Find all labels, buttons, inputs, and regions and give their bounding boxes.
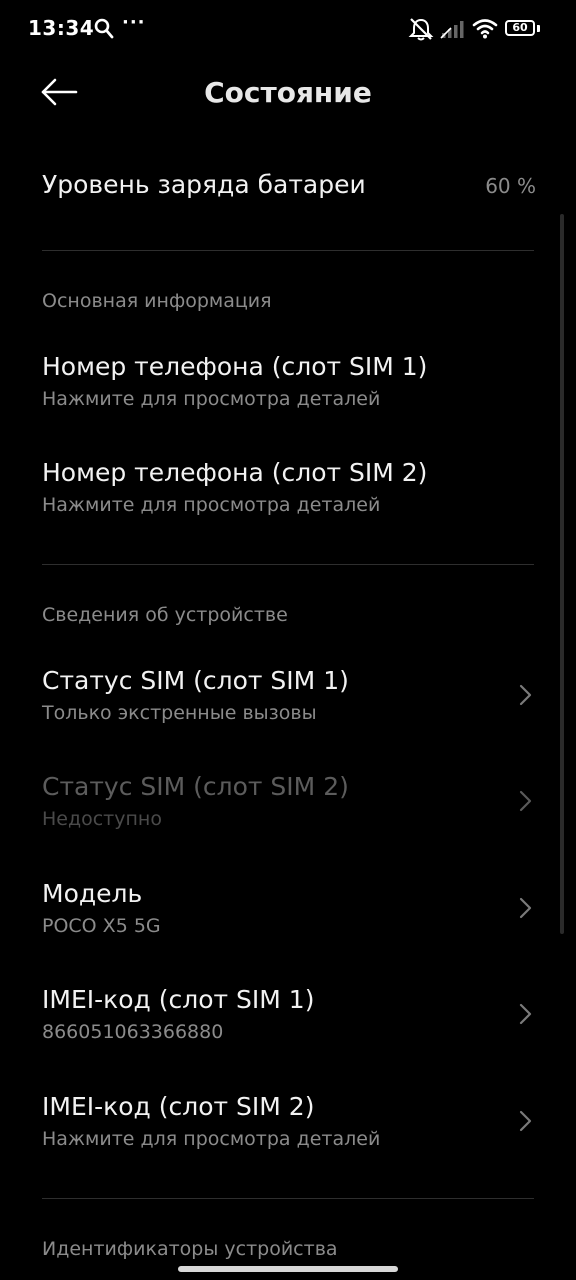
section-header-device-ids: Идентификаторы устройства: [42, 1238, 338, 1260]
list-item-model[interactable]: Модель POCO X5 5G: [0, 877, 576, 947]
battery-level-value: 60 %: [485, 174, 536, 198]
list-item-subtitle: Нажмите для просмотра деталей: [42, 494, 381, 516]
mute-icon: [408, 18, 434, 41]
list-item-title: IMEI-код (слот SIM 2): [42, 1092, 315, 1121]
wifi-icon: [472, 19, 498, 39]
chevron-right-icon: [519, 684, 532, 706]
home-indicator[interactable]: [178, 1266, 398, 1272]
battery-level-label: Уровень заряда батареи: [42, 170, 366, 199]
list-item-phone-number-sim2[interactable]: Номер телефона (слот SIM 2) Нажмите для …: [0, 456, 576, 526]
chevron-right-icon: [519, 1110, 532, 1132]
list-item-title: Модель: [42, 879, 143, 908]
chevron-right-icon: [519, 790, 532, 812]
divider: [42, 1198, 534, 1199]
list-item-subtitle: Только экстренные вызовы: [42, 702, 317, 724]
more-dots-icon: ···: [122, 12, 146, 33]
divider: [42, 564, 534, 565]
list-item-title: IMEI-код (слот SIM 1): [42, 985, 315, 1014]
list-item-title: Номер телефона (слот SIM 2): [42, 458, 428, 487]
list-item-subtitle: Нажмите для просмотра деталей: [42, 388, 381, 410]
battery-level: 60: [505, 20, 535, 36]
list-item-subtitle: Нажмите для просмотра деталей: [42, 1128, 381, 1150]
section-header-device-info: Сведения об устройстве: [42, 604, 288, 626]
search-icon: [94, 18, 114, 39]
signal-icon: [440, 21, 464, 39]
list-item-sim-status-sim2[interactable]: Статус SIM (слот SIM 2) Недоступно: [0, 770, 576, 840]
list-item-subtitle: 866051063366880: [42, 1021, 224, 1043]
status-time: 13:34: [28, 16, 95, 40]
list-item-subtitle: POCO X5 5G: [42, 915, 161, 937]
chevron-right-icon: [519, 1003, 532, 1025]
list-item-imei-sim2[interactable]: IMEI-код (слот SIM 2) Нажмите для просмо…: [0, 1090, 576, 1160]
screen: 13:34 ··· 60 Состояние Уровень заряда ба…: [0, 0, 576, 1280]
list-item-title: Номер телефона (слот SIM 1): [42, 352, 428, 381]
page-title: Состояние: [204, 76, 372, 109]
section-header-basic-info: Основная информация: [42, 290, 272, 312]
list-item-imei-sim1[interactable]: IMEI-код (слот SIM 1) 866051063366880: [0, 983, 576, 1053]
list-item-title: Статус SIM (слот SIM 2): [42, 772, 349, 801]
list-item-phone-number-sim1[interactable]: Номер телефона (слот SIM 1) Нажмите для …: [0, 350, 576, 420]
battery-tip: [537, 25, 540, 32]
divider: [42, 250, 534, 251]
list-item-sim-status-sim1[interactable]: Статус SIM (слот SIM 1) Только экстренны…: [0, 664, 576, 734]
list-item-title: Статус SIM (слот SIM 1): [42, 666, 349, 695]
list-item-subtitle: Недоступно: [42, 808, 162, 830]
chevron-right-icon: [519, 897, 532, 919]
scrollbar[interactable]: [560, 214, 564, 934]
battery-icon: 60: [505, 20, 541, 38]
status-bar: 13:34 ··· 60: [0, 0, 576, 60]
battery-level-row: Уровень заряда батареи 60 %: [0, 168, 576, 208]
